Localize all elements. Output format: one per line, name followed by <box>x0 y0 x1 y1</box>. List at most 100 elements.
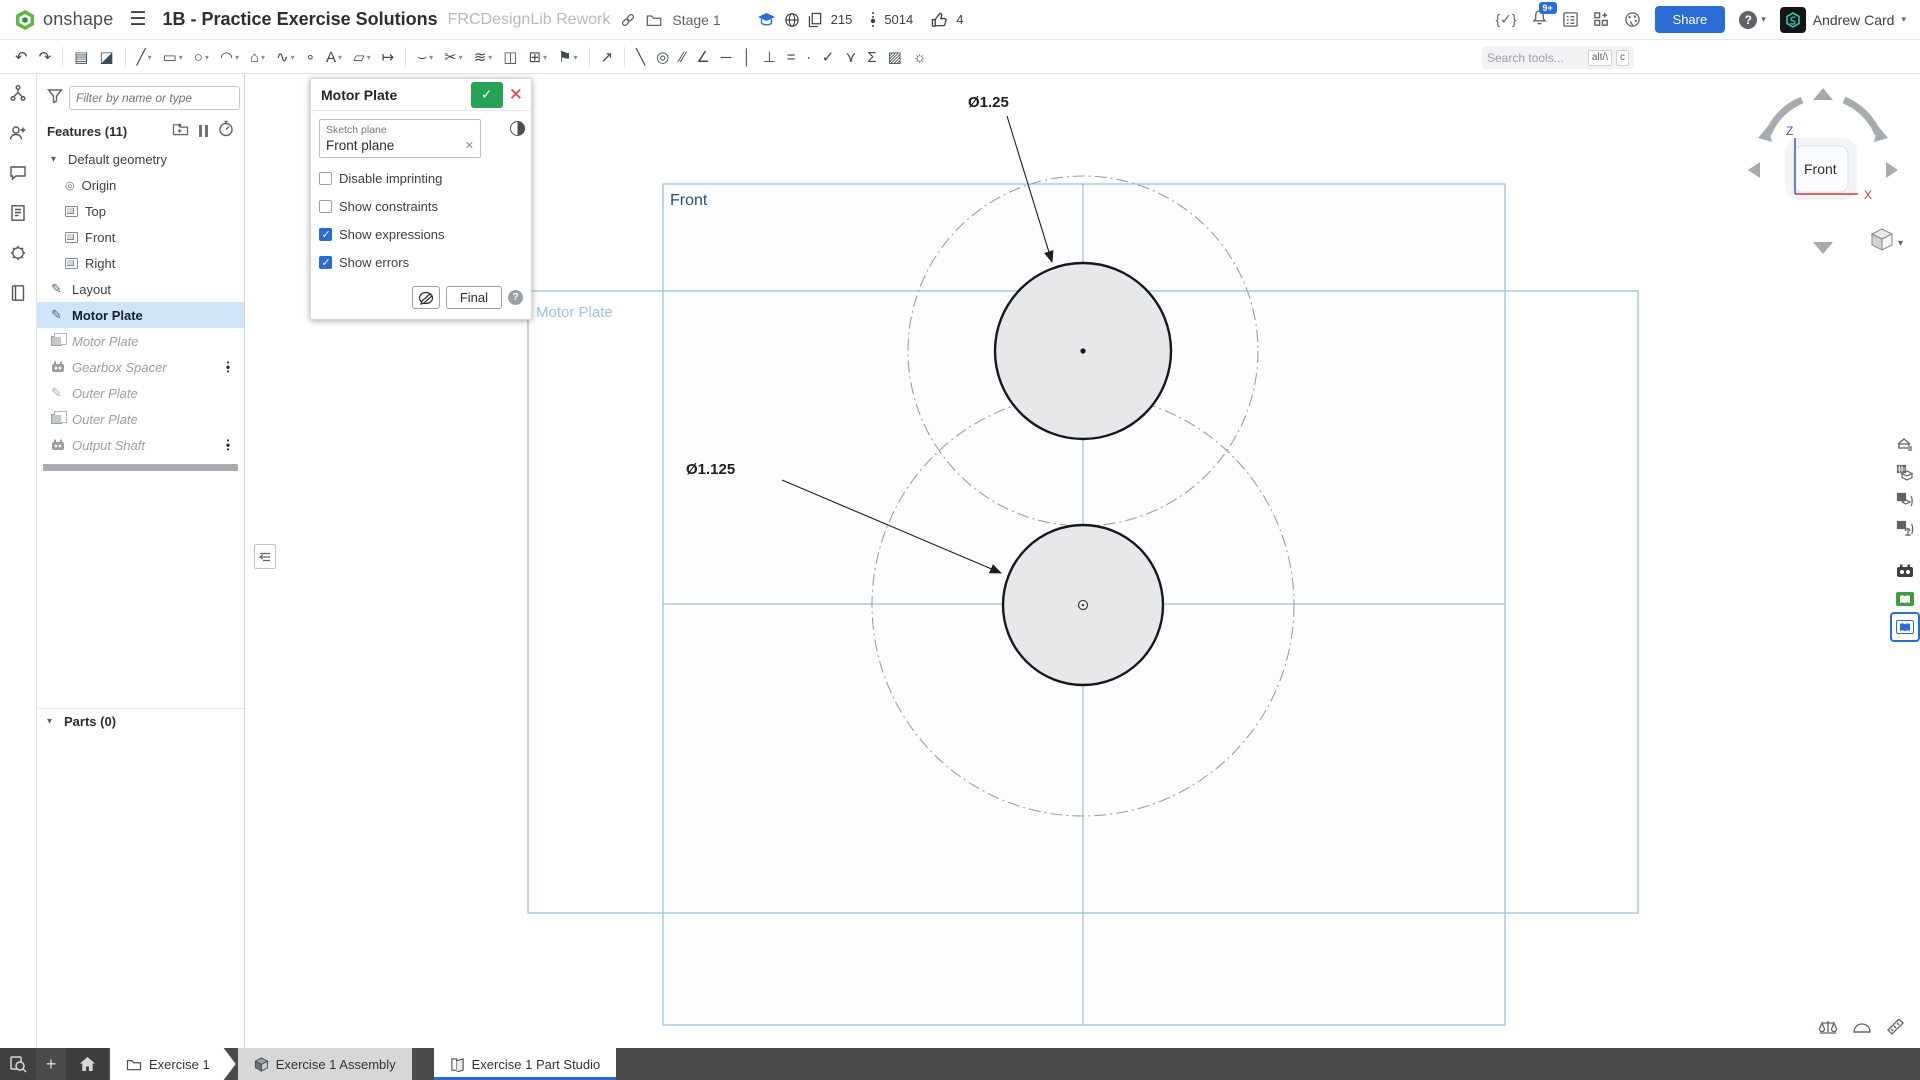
diameter-dimension-bottom[interactable]: Ø1.125 <box>686 461 735 478</box>
comments-icon[interactable] <box>9 164 27 187</box>
diameter-dimension-top[interactable]: Ø1.25 <box>968 94 1009 111</box>
help-menu[interactable]: ? ▾ <box>1739 11 1766 29</box>
concentric-constraint[interactable]: ◎ <box>651 46 674 68</box>
drag-dots-icon[interactable]: ••• <box>226 361 230 373</box>
configurations-button[interactable] <box>1892 460 1918 486</box>
curve-pattern-constraint[interactable]: Σ <box>862 47 881 68</box>
rotate-cw-arrow-icon[interactable] <box>1844 100 1878 134</box>
pierce-constraint[interactable]: ☼ <box>908 47 932 68</box>
tree-item-default-geometry[interactable]: ▾ Default geometry <box>37 146 244 172</box>
main-menu-icon[interactable]: ☰ <box>129 8 146 31</box>
tasks-icon[interactable] <box>1562 11 1579 28</box>
notebook-icon[interactable] <box>9 284 27 307</box>
chevron-down-icon[interactable]: ▾ <box>51 154 61 165</box>
tree-item-motor-plate-sketch[interactable]: ✎ Motor Plate <box>37 302 244 328</box>
circle-tool[interactable]: ○▾ <box>189 47 214 68</box>
cancel-button[interactable]: ✕ <box>509 85 531 105</box>
perpendicular-constraint[interactable]: ⊥ <box>758 46 781 68</box>
tab-exercise-1[interactable]: Exercise 1 <box>110 1048 236 1080</box>
parallel-constraint[interactable]: ∕∕ <box>675 47 690 68</box>
insert-tool[interactable]: ⚑▾ <box>553 46 582 68</box>
dialog-header[interactable]: Motor Plate ✓ ✕ <box>311 79 531 111</box>
final-sketch-icon-button[interactable] <box>412 286 440 309</box>
share-button[interactable]: Share <box>1655 6 1726 33</box>
account-menu[interactable]: Andrew Card ▾ <box>1780 7 1906 33</box>
accept-button[interactable]: ✓ <box>471 82 503 108</box>
redo-button[interactable]: ↷ <box>34 46 57 68</box>
dialog-help-icon[interactable]: ? <box>508 290 523 305</box>
checkbox[interactable] <box>319 256 332 269</box>
sketch-sheet-button[interactable]: ▤ <box>69 46 93 68</box>
performance-icon[interactable] <box>9 244 27 267</box>
trim-tool[interactable]: ✂▾ <box>439 46 468 68</box>
rotate-right-arrow-icon[interactable] <box>1886 162 1898 178</box>
top-center-point[interactable] <box>1080 348 1085 353</box>
tree-item-top-plane[interactable]: Top <box>37 198 244 224</box>
tree-item-layout-sketch[interactable]: ✎ Layout <box>37 276 244 302</box>
tree-item-right-plane[interactable]: Right <box>37 250 244 276</box>
apps-grid-icon[interactable] <box>1593 11 1610 28</box>
tree-item-origin[interactable]: ◎ Origin <box>37 172 244 198</box>
theme-palette-icon[interactable] <box>1624 11 1641 28</box>
checkbox-disable-imprinting[interactable]: Disable imprinting <box>319 171 523 186</box>
checkbox-show-expressions[interactable]: Show expressions <box>319 227 523 242</box>
rotate-down-arrow-icon[interactable] <box>1813 242 1833 254</box>
polygon-tool[interactable]: ⌂▾ <box>245 47 270 68</box>
feature-expressions-button[interactable] <box>1892 516 1918 542</box>
view-options-cube-icon[interactable] <box>1872 229 1892 250</box>
hatch-constraint[interactable]: ▨ <box>883 46 907 68</box>
vertical-constraint[interactable]: │ <box>737 47 756 68</box>
horizontal-constraint[interactable]: ─ <box>716 47 737 68</box>
tree-item-output-shaft[interactable]: Output Shaft ••• <box>37 432 244 458</box>
checkbox[interactable] <box>319 228 332 241</box>
new-folder-icon[interactable] <box>172 122 189 141</box>
sketch-plane-field[interactable]: Sketch plane Front plane ✕ <box>319 119 481 158</box>
likes-icon[interactable] <box>931 12 948 28</box>
layout-sketch-label[interactable]: Motor Plate <box>536 304 613 321</box>
home-tab-button[interactable] <box>66 1048 108 1080</box>
panel-collapse-button[interactable] <box>254 544 276 569</box>
view-cube[interactable]: Z X Front ▾ <box>1738 82 1908 260</box>
search-tools-box[interactable]: Search tools... alt/\ c <box>1482 46 1634 69</box>
measure-icon[interactable] <box>1886 1019 1906 1040</box>
rollback-bar[interactable] <box>43 464 238 471</box>
viewcube-face-label[interactable]: Front <box>1804 161 1837 177</box>
clear-selection-icon[interactable]: ✕ <box>465 139 474 152</box>
line-tool[interactable]: ╱▾ <box>132 46 157 68</box>
rotate-left-arrow-icon[interactable] <box>1748 162 1760 178</box>
point-tool[interactable]: ∘ <box>301 46 320 68</box>
pattern-tool[interactable]: ⊞▾ <box>523 46 552 68</box>
flip-direction-icon[interactable] <box>510 121 525 136</box>
follow-mode-icon[interactable] <box>9 124 27 147</box>
dimension-tool[interactable]: ↦ <box>377 46 400 68</box>
offset-tool[interactable]: ≋▾ <box>469 46 498 68</box>
filter-input[interactable] <box>69 86 240 110</box>
rebuild-timer-icon[interactable] <box>218 120 234 142</box>
featurescript-panel-button[interactable] <box>1892 558 1918 584</box>
midpoint-constraint[interactable]: ∙ <box>802 47 816 68</box>
search-tabs-button[interactable] <box>0 1048 36 1080</box>
rectangle-tool[interactable]: ▭▾ <box>158 46 188 68</box>
tab-exercise-1-part-studio[interactable]: Exercise 1 Part Studio <box>434 1048 617 1080</box>
section-view-icon[interactable] <box>1852 1020 1872 1039</box>
eraser-button[interactable]: ◪ <box>94 46 118 68</box>
learning-center-button[interactable] <box>1892 586 1918 612</box>
folder-name[interactable]: Stage 1 <box>672 12 720 28</box>
fillet-tool[interactable]: ⌣▾ <box>412 47 438 68</box>
tab-exercise-1-assembly[interactable]: Exercise 1 Assembly <box>238 1048 412 1080</box>
tree-item-outer-plate-extrude[interactable]: Outer Plate <box>37 406 244 432</box>
featurescript-check-icon[interactable]: {✓} <box>1495 11 1516 28</box>
onshape-logo[interactable]: onshape <box>14 9 113 31</box>
coincident-constraint[interactable]: ✓ <box>817 46 840 68</box>
view-options-caret-icon[interactable]: ▾ <box>1898 238 1903 249</box>
tree-item-outer-plate-sketch[interactable]: ✎ Outer Plate <box>37 380 244 406</box>
appearance-button[interactable] <box>1892 432 1918 458</box>
new-tab-button[interactable]: + <box>36 1048 66 1080</box>
checkbox-show-errors[interactable]: Show errors <box>319 255 523 270</box>
link-icon[interactable] <box>620 12 636 28</box>
filter-icon[interactable] <box>47 88 63 108</box>
angle-constraint[interactable]: ∠ <box>691 46 714 68</box>
equal-constraint[interactable]: = <box>782 47 801 68</box>
suspend-rebuild-icon[interactable] <box>199 125 208 137</box>
arc-tool[interactable]: ◠▾ <box>215 46 244 68</box>
